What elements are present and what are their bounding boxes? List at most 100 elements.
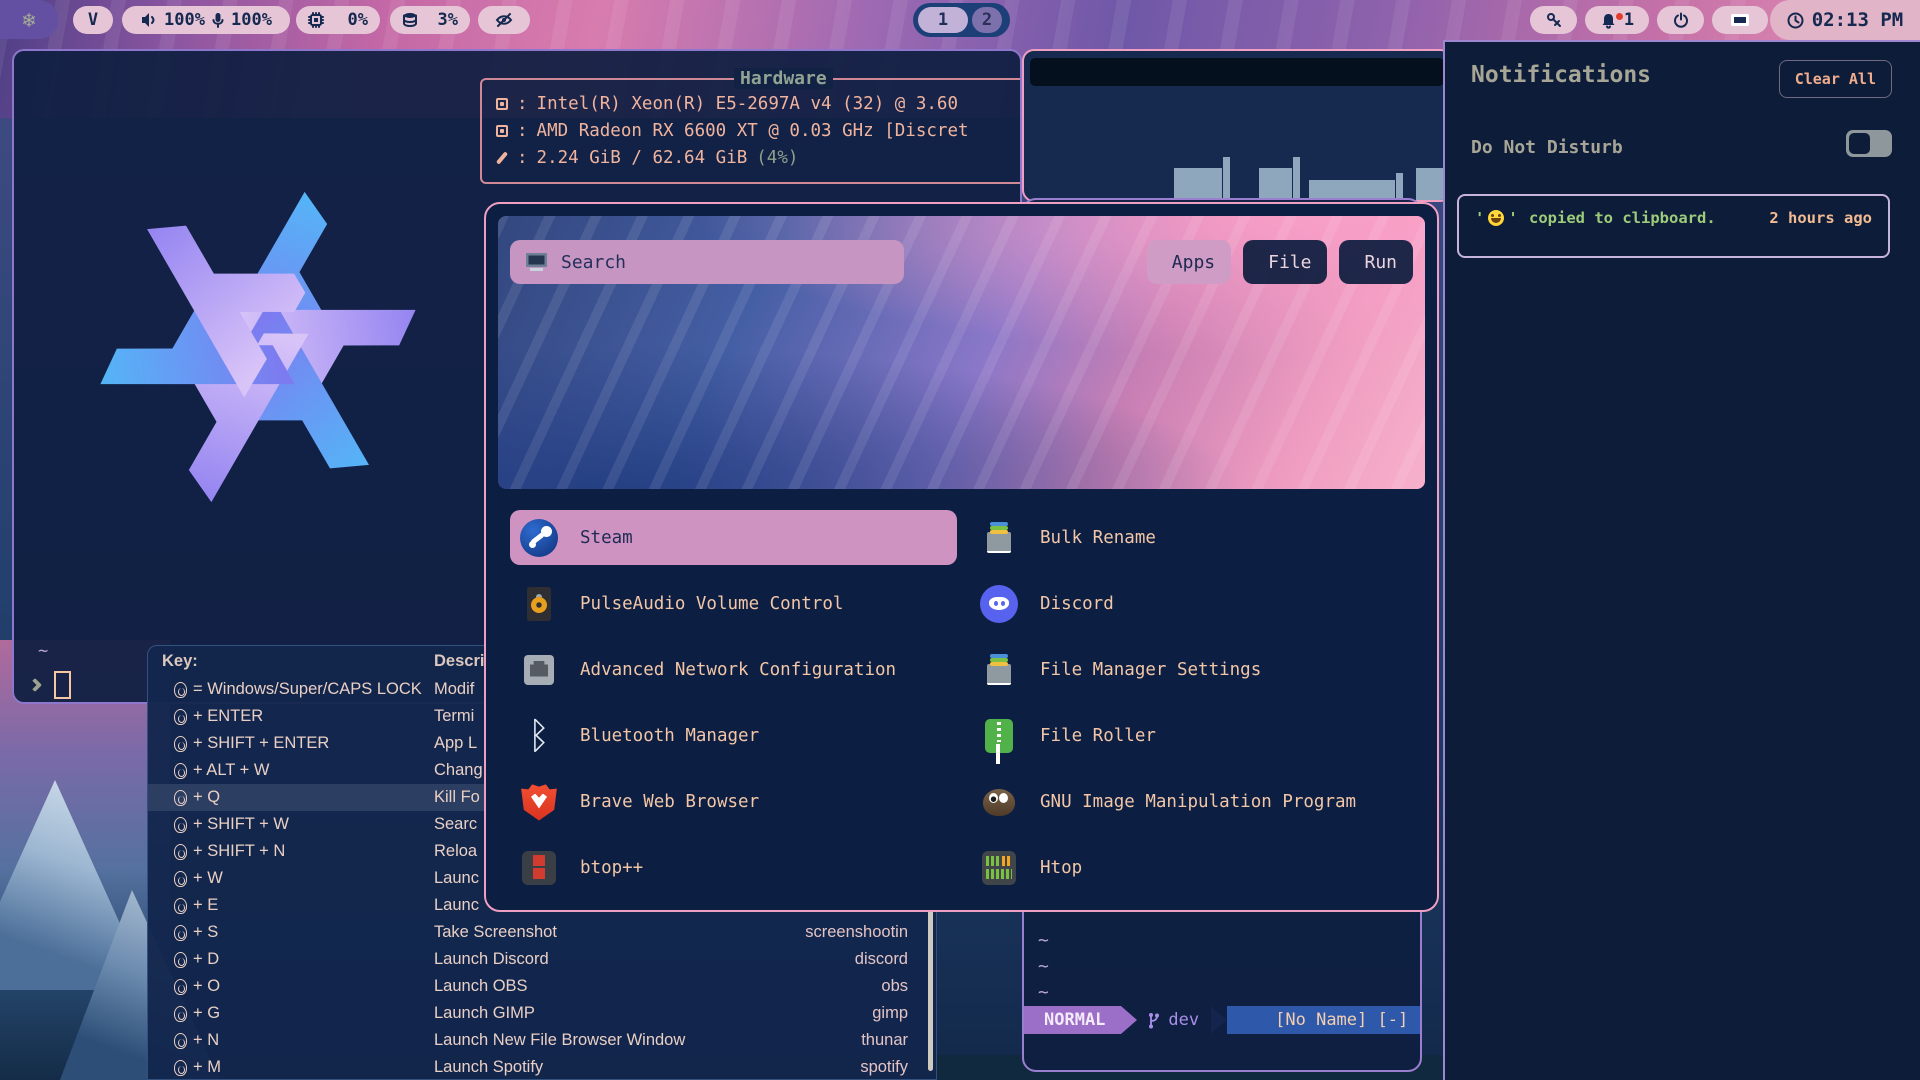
app-item[interactable]: ᛒ Bluetooth Manager: [510, 708, 957, 763]
notification-count: 1: [1624, 10, 1634, 30]
tux-penguin-icon: [174, 790, 187, 806]
vim-tilde: ~: [1038, 980, 1049, 1006]
notifications-pill[interactable]: 1: [1585, 6, 1649, 34]
description-cell: Launch GIMP: [434, 1004, 794, 1023]
app-label: PulseAudio Volume Control: [580, 594, 843, 614]
app-item[interactable]: File Manager Settings: [970, 642, 1417, 697]
prompt-chevron-icon: [28, 678, 42, 692]
clock-icon: [1787, 12, 1804, 29]
tux-penguin-icon: [174, 925, 187, 941]
tab-file[interactable]: File: [1243, 240, 1327, 284]
tab-apps[interactable]: Apps: [1147, 240, 1231, 284]
tux-penguin-icon: [174, 763, 187, 779]
app-item[interactable]: PulseAudio Volume Control: [510, 576, 957, 631]
app-item[interactable]: GNU Image Manipulation Program: [970, 774, 1417, 829]
description-cell: Take Screenshot: [434, 923, 794, 942]
memory-pill[interactable]: 3%: [390, 6, 470, 34]
nixos-logo: [58, 173, 458, 521]
launcher-tab-bar: Apps File Run: [1147, 240, 1413, 284]
btop-icon: [520, 849, 558, 887]
key-cell: + SHIFT + W: [162, 815, 434, 834]
vim-tilde: ~: [1038, 954, 1049, 980]
cpu-pill[interactable]: 0%: [296, 6, 380, 34]
app-item[interactable]: Steam: [510, 510, 957, 565]
clear-all-button[interactable]: Clear All: [1779, 60, 1892, 98]
volume-value: 100%: [164, 10, 205, 30]
notification-timestamp: 2 hours ago: [1769, 209, 1872, 227]
description-cell: Launch Spotify: [434, 1058, 794, 1077]
app-label: GNU Image Manipulation Program: [1040, 792, 1356, 812]
ram-stack-icon: [402, 12, 418, 28]
key-cell: + M: [162, 1058, 434, 1077]
app-item[interactable]: Advanced Network Configuration: [510, 642, 957, 697]
tab-run[interactable]: Run: [1339, 240, 1413, 284]
table-row[interactable]: + N Launch New File Browser Window thuna…: [148, 1027, 936, 1054]
do-not-disturb-label: Do Not Disturb: [1471, 137, 1623, 158]
keyring-pill[interactable]: [1530, 6, 1577, 34]
workspace-1[interactable]: 1: [918, 7, 968, 33]
ascii-art-block: [1309, 180, 1395, 200]
emoji-laughing-icon: [1488, 210, 1504, 226]
table-row[interactable]: + D Launch Discord discord: [148, 946, 936, 973]
power-icon: [1673, 12, 1689, 28]
command-cell: screenshootin: [794, 923, 922, 942]
search-input[interactable]: Search: [510, 240, 904, 284]
app-item[interactable]: Brave Web Browser: [510, 774, 957, 829]
tray-pill[interactable]: [1712, 6, 1768, 34]
key-cell: + W: [162, 869, 434, 888]
mic-value: 100%: [231, 10, 272, 30]
notification-message: '' copied to clipboard.: [1475, 209, 1716, 227]
workspace-2[interactable]: 2: [972, 7, 1002, 33]
table-row[interactable]: + O Launch OBS obs: [148, 973, 936, 1000]
table-row[interactable]: + M Launch Spotify spotify: [148, 1054, 936, 1080]
memory-line: : 2.24 GiB / 62.64 GiB (4%): [496, 144, 1022, 171]
git-branch-icon: [1147, 1012, 1161, 1029]
notification-item[interactable]: '' copied to clipboard. 2 hours ago: [1457, 194, 1890, 258]
tux-penguin-icon: [174, 1033, 187, 1049]
description-cell: Launch OBS: [434, 977, 794, 996]
app-label: btop++: [580, 858, 643, 878]
key-cell: + ALT + W: [162, 761, 434, 780]
speaker-icon: [520, 585, 558, 623]
key-cell: + D: [162, 950, 434, 969]
power-pill[interactable]: [1657, 6, 1704, 34]
eye-slash-icon: [495, 12, 513, 28]
vim-statusline: NORMAL dev [No Name] [-]: [1024, 1006, 1420, 1034]
vim-mode-segment: NORMAL: [1024, 1006, 1121, 1034]
do-not-disturb-toggle[interactable]: [1846, 130, 1892, 157]
command-cell: gimp: [794, 1004, 922, 1023]
hardware-box-title: Hardware: [734, 68, 833, 89]
bell-icon: [1600, 12, 1617, 29]
command-cell: discord: [794, 950, 922, 969]
app-label: File Manager Settings: [1040, 660, 1261, 680]
app-item[interactable]: btop++: [510, 840, 957, 895]
vim-filename-segment: [No Name] [-]: [1227, 1006, 1420, 1034]
app-item[interactable]: Bulk Rename: [970, 510, 1417, 565]
tux-penguin-icon: [174, 817, 187, 833]
app-item[interactable]: File Roller: [970, 708, 1417, 763]
tux-penguin-icon: [174, 871, 187, 887]
tux-penguin-icon: [174, 682, 187, 698]
gimp-wilber-icon: [980, 783, 1018, 821]
terminal-cursor[interactable]: [54, 671, 71, 699]
tray-window-icon: [1730, 12, 1750, 28]
app-item[interactable]: Htop: [970, 840, 1417, 895]
terminal-titlebar[interactable]: [1030, 58, 1444, 86]
workspaces-indicator: 1 2: [913, 3, 1010, 37]
table-row[interactable]: + S Take Screenshot screenshootin: [148, 919, 936, 946]
tux-penguin-icon: [174, 979, 187, 995]
app-label: File Roller: [1040, 726, 1156, 746]
idle-inhibitor-pill[interactable]: [478, 6, 530, 34]
app-item[interactable]: Discord: [970, 576, 1417, 631]
nixos-menu-button[interactable]: ❄: [0, 0, 58, 39]
cpu-chip-icon: [496, 98, 508, 110]
keyboard-layout-pill[interactable]: V: [73, 6, 113, 34]
file-cabinet-icon: [980, 519, 1018, 557]
audio-pill[interactable]: 100% 100%: [122, 6, 290, 34]
keys-icon: [1545, 12, 1563, 29]
key-cell: + S: [162, 923, 434, 942]
key-cell: + SHIFT + ENTER: [162, 734, 434, 753]
table-row[interactable]: + G Launch GIMP gimp: [148, 1000, 936, 1027]
app-label: Brave Web Browser: [580, 792, 759, 812]
clock-widget[interactable]: 02:13 PM: [1770, 0, 1920, 40]
